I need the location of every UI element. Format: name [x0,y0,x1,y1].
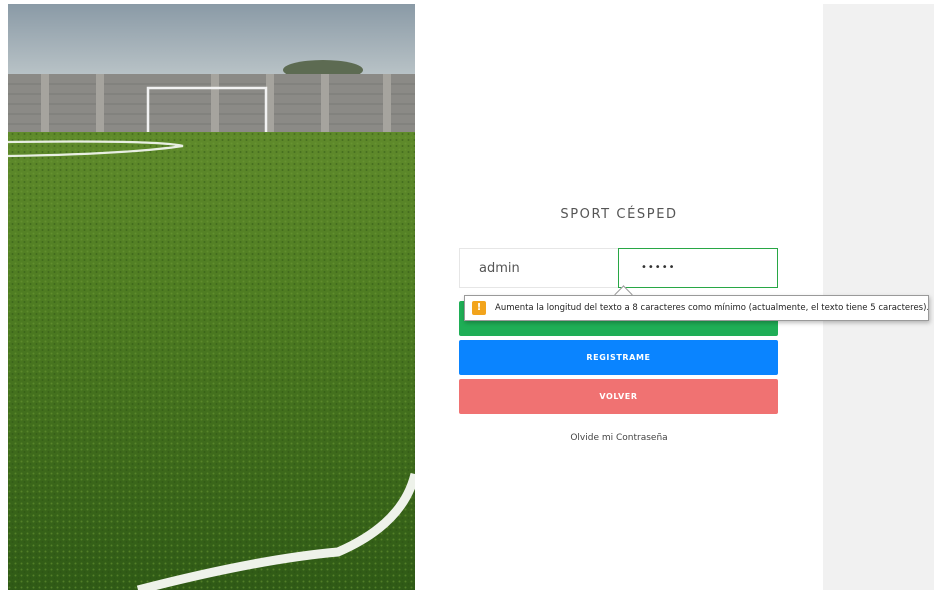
brand-title: SPORT CÉSPED [560,207,678,222]
back-button[interactable]: VOLVER [459,379,778,414]
forgot-password-link[interactable]: Olvide mi Contraseña [459,433,779,443]
validation-message: Aumenta la longitud del texto a 8 caract… [495,303,929,313]
password-field[interactable]: ••••• [618,248,778,288]
register-button[interactable]: REGISTRAME [459,340,778,375]
username-field[interactable] [459,248,619,288]
soccer-field-image [8,4,415,590]
validation-tooltip: ! Aumenta la longitud del texto a 8 cara… [464,295,929,321]
page-margin [0,0,8,590]
warning-icon: ! [472,301,486,315]
